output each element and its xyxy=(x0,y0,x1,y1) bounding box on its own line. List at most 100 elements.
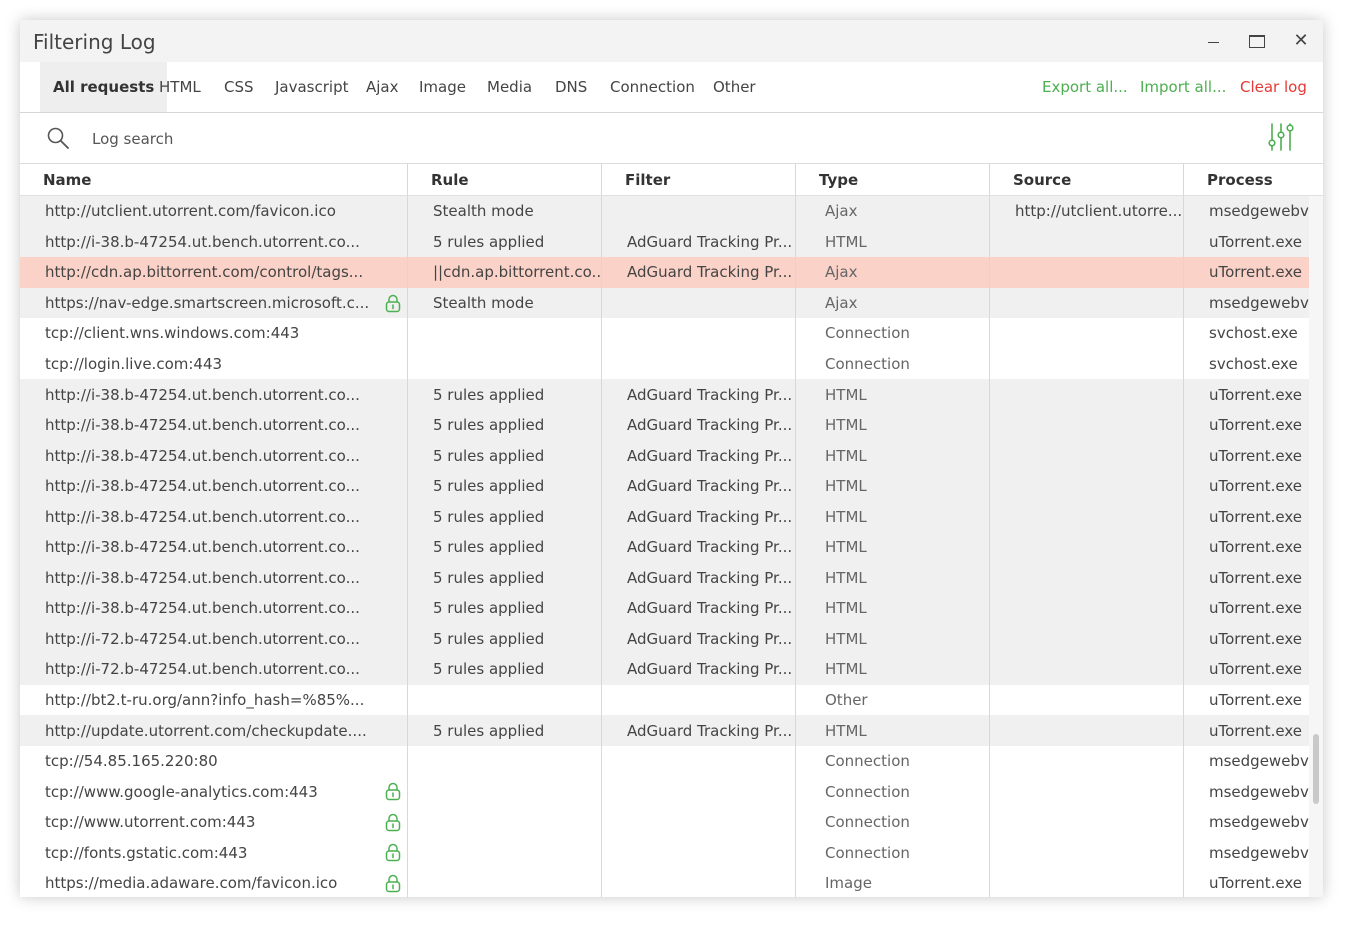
cell-type: HTML xyxy=(795,715,989,746)
cell-process: svchost.exe xyxy=(1183,318,1309,349)
cell-process: uTorrent.exe xyxy=(1183,470,1309,502)
search-icon xyxy=(47,127,69,149)
cell-process: uTorrent.exe xyxy=(1183,226,1309,258)
vertical-scrollbar[interactable] xyxy=(1309,196,1323,897)
table-row[interactable]: tcp://fonts.gstatic.com:443 Connection mse… xyxy=(20,837,1309,869)
cell-type: HTML xyxy=(795,501,989,533)
tab-javascript[interactable]: Javascript xyxy=(275,62,348,112)
tab-html[interactable]: HTML xyxy=(159,62,201,112)
cell-process: uTorrent.exe xyxy=(1183,868,1309,897)
cell-type: HTML xyxy=(795,562,989,594)
table-row[interactable]: http://i-38.b-47254.ut.bench.utorrent.co… xyxy=(20,532,1309,563)
column-header-process[interactable]: Process xyxy=(1183,164,1323,195)
close-button[interactable]: ✕ xyxy=(1286,26,1316,56)
cell-type: Other xyxy=(795,684,989,716)
export-all-link[interactable]: Export all... xyxy=(1042,62,1128,112)
cell-source xyxy=(989,226,1183,258)
cell-rule xyxy=(407,745,601,777)
column-header-rule[interactable]: Rule xyxy=(407,164,601,195)
table-row[interactable]: http://i-72.b-47254.ut.bench.utorrent.co… xyxy=(20,623,1309,655)
table-row[interactable]: http://i-38.b-47254.ut.bench.utorrent.co… xyxy=(20,440,1309,471)
filter-settings-icon[interactable] xyxy=(1267,122,1295,152)
tab-dns[interactable]: DNS xyxy=(555,62,587,112)
table-row[interactable]: http://utclient.utorrent.com/favicon.ico… xyxy=(20,196,1309,227)
cell-name: https://nav-edge.smartscreen.microsoft.c… xyxy=(45,293,370,312)
maximize-button[interactable] xyxy=(1242,26,1272,56)
tab-connection[interactable]: Connection xyxy=(610,62,695,112)
table-row[interactable]: http://i-38.b-47254.ut.bench.utorrent.co… xyxy=(20,593,1309,624)
log-search-input[interactable] xyxy=(90,123,994,155)
table-row[interactable]: http://bt2.t-ru.org/ann?info_hash=%85%..… xyxy=(20,684,1309,716)
column-header-source[interactable]: Source xyxy=(989,164,1183,195)
table-row[interactable]: http://i-38.b-47254.ut.bench.utorrent.co… xyxy=(20,501,1309,533)
cell-process: uTorrent.exe xyxy=(1183,623,1309,655)
table-row[interactable]: tcp://login.live.com:443 Connection svchos… xyxy=(20,348,1309,380)
table-header: Name Rule Filter Type Source Process xyxy=(20,164,1323,196)
tab-ajax[interactable]: Ajax xyxy=(366,62,399,112)
cell-process: uTorrent.exe xyxy=(1183,532,1309,563)
cell-filter: AdGuard Tracking Pr... xyxy=(601,501,795,533)
table-row[interactable]: http://i-38.b-47254.ut.bench.utorrent.co… xyxy=(20,562,1309,594)
title-bar: Filtering Log ✕ xyxy=(20,20,1323,62)
clear-log-link[interactable]: Clear log xyxy=(1240,62,1307,112)
column-header-name[interactable]: Name xyxy=(20,164,407,195)
cell-filter xyxy=(601,287,795,319)
cell-name: http://bt2.t-ru.org/ann?info_hash=%85%..… xyxy=(45,691,365,710)
table-row[interactable]: http://i-38.b-47254.ut.bench.utorrent.co… xyxy=(20,470,1309,502)
cell-type: HTML xyxy=(795,226,989,258)
search-bar xyxy=(20,113,1323,164)
cell-source xyxy=(989,837,1183,869)
cell-rule xyxy=(407,837,601,869)
cell-type: HTML xyxy=(795,593,989,624)
cell-rule xyxy=(407,348,601,380)
import-all-link[interactable]: Import all... xyxy=(1140,62,1226,112)
table-row[interactable]: http://i-38.b-47254.ut.bench.utorrent.co… xyxy=(20,379,1309,410)
cell-source xyxy=(989,745,1183,777)
table-row[interactable]: http://i-72.b-47254.ut.bench.utorrent.co… xyxy=(20,654,1309,685)
table-row[interactable]: https://media.adaware.com/favicon.ico Ima… xyxy=(20,868,1309,897)
cell-type: HTML xyxy=(795,532,989,563)
tab-css[interactable]: CSS xyxy=(224,62,254,112)
tab-media[interactable]: Media xyxy=(487,62,532,112)
cell-type: Ajax xyxy=(795,257,989,288)
cell-name: http://i-38.b-47254.ut.bench.utorrent.co… xyxy=(45,477,360,496)
cell-filter: AdGuard Tracking Pr... xyxy=(601,257,795,288)
cell-type: HTML xyxy=(795,409,989,441)
table-row[interactable]: tcp://54.85.165.220:80 Connection msedgewe… xyxy=(20,745,1309,777)
cell-rule: Stealth mode xyxy=(407,287,601,319)
table-row[interactable]: tcp://www.google-analytics.com:443 Connec… xyxy=(20,776,1309,807)
cell-source xyxy=(989,287,1183,319)
https-lock-icon xyxy=(385,844,401,862)
cell-type: Connection xyxy=(795,348,989,380)
cell-rule: 5 rules applied xyxy=(407,379,601,410)
table-row[interactable]: https://nav-edge.smartscreen.microsoft.c… xyxy=(20,287,1309,319)
cell-rule: 5 rules applied xyxy=(407,409,601,441)
cell-process: msedgewebv... xyxy=(1183,287,1309,319)
cell-rule xyxy=(407,318,601,349)
cell-source xyxy=(989,501,1183,533)
table-row[interactable]: tcp://client.wns.windows.com:443 Connecti… xyxy=(20,318,1309,349)
table-row[interactable]: http://update.utorrent.com/checkupdate..… xyxy=(20,715,1309,746)
table-row[interactable]: http://cdn.ap.bittorrent.com/control/tag… xyxy=(20,257,1309,288)
tab-image[interactable]: Image xyxy=(419,62,466,112)
cell-type: Ajax xyxy=(795,287,989,319)
table-row[interactable]: http://i-38.b-47254.ut.bench.utorrent.co… xyxy=(20,226,1309,258)
column-header-type[interactable]: Type xyxy=(795,164,989,195)
cell-name: tcp://www.utorrent.com:443 xyxy=(45,813,256,832)
table-row[interactable]: tcp://www.utorrent.com:443 Connection msed… xyxy=(20,806,1309,838)
cell-type: HTML xyxy=(795,470,989,502)
cell-filter xyxy=(601,745,795,777)
cell-type: HTML xyxy=(795,440,989,471)
tab-other[interactable]: Other xyxy=(713,62,756,112)
tab-all-requests[interactable]: All requests xyxy=(40,62,168,112)
cell-source xyxy=(989,348,1183,380)
minimize-button[interactable] xyxy=(1198,26,1228,56)
cell-name: http://i-38.b-47254.ut.bench.utorrent.co… xyxy=(45,446,360,465)
filtering-log-window: Filtering Log ✕ All requests HTML CSS Ja… xyxy=(20,20,1323,897)
cell-name: tcp://54.85.165.220:80 xyxy=(45,752,218,771)
cell-process: uTorrent.exe xyxy=(1183,440,1309,471)
scrollbar-thumb[interactable] xyxy=(1313,734,1319,804)
cell-filter: AdGuard Tracking Pr... xyxy=(601,623,795,655)
column-header-filter[interactable]: Filter xyxy=(601,164,795,195)
table-row[interactable]: http://i-38.b-47254.ut.bench.utorrent.co… xyxy=(20,409,1309,441)
